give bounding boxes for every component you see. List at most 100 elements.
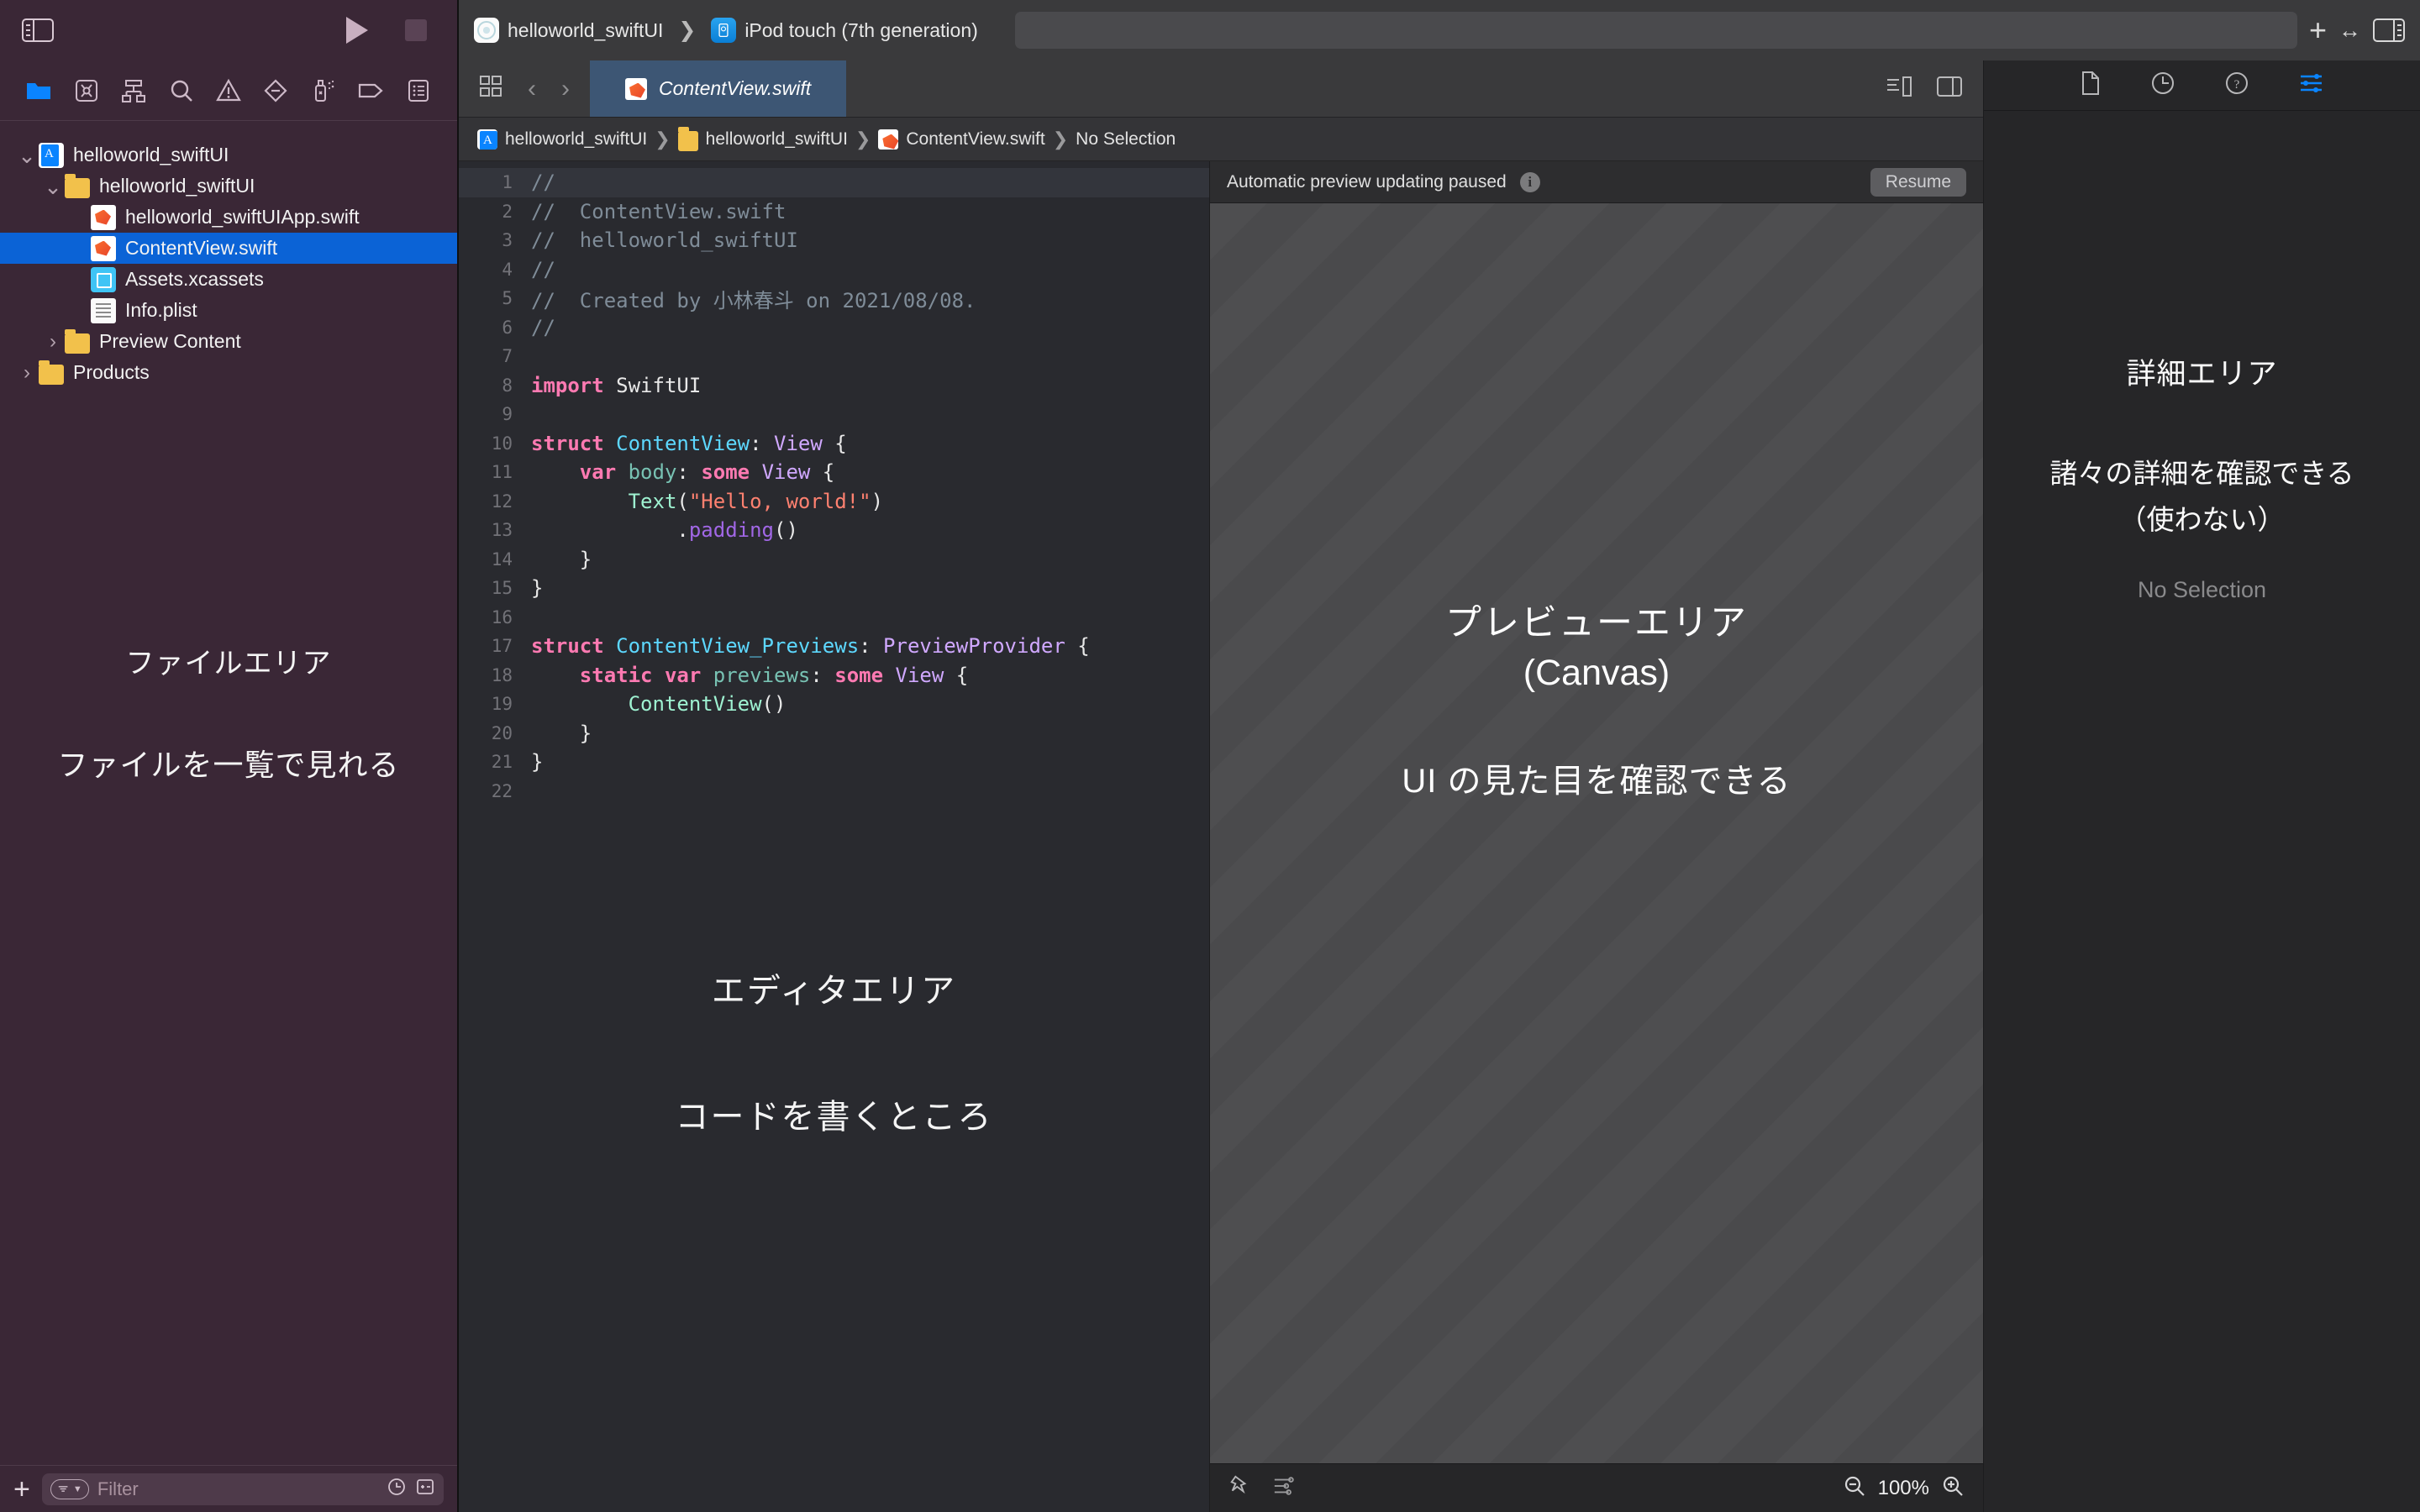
quick-help-icon[interactable]: ? xyxy=(2224,71,2249,100)
breadcrumb-item[interactable]: helloworld_swiftUI xyxy=(477,129,647,150)
editor-column: ‹ › ContentView.swift A helloworld_swift… xyxy=(459,60,1983,1512)
code-line[interactable]: 14 } xyxy=(459,545,1209,575)
clock-icon[interactable] xyxy=(387,1477,407,1501)
breadcrumb-item[interactable]: ContentView.swift xyxy=(878,129,1045,150)
line-number: 6 xyxy=(502,317,513,338)
info-icon[interactable]: i xyxy=(1519,171,1540,192)
scheme-selector[interactable]: helloworld_swiftUI xyxy=(474,18,663,43)
debug-spray-icon[interactable] xyxy=(309,76,338,105)
warning-triangle-icon[interactable] xyxy=(214,76,243,105)
code-line[interactable]: 22 xyxy=(459,777,1209,806)
chevron-down-icon[interactable]: ⌄ xyxy=(41,176,65,197)
chevron-right-icon[interactable]: › xyxy=(41,331,65,352)
line-number: 7 xyxy=(502,346,513,367)
code-line[interactable]: 15} xyxy=(459,574,1209,603)
sidebar-item-folder-icon[interactable] xyxy=(24,76,53,105)
pin-icon[interactable] xyxy=(1228,1474,1250,1502)
tree-item[interactable]: ⌄ helloworld_swiftUI xyxy=(0,171,457,202)
tree-item[interactable]: ⌄ helloworld_swiftUI xyxy=(0,139,457,171)
code-line-text: // xyxy=(531,257,555,281)
preview-status-bar: Automatic preview updating paused i Resu… xyxy=(1210,161,1983,203)
symbol-hierarchy-icon[interactable] xyxy=(119,76,148,105)
minimap-icon[interactable] xyxy=(1886,76,1912,102)
line-number: 10 xyxy=(491,433,513,454)
add-editor-button[interactable]: + xyxy=(2309,15,2327,45)
code-line[interactable]: 21} xyxy=(459,748,1209,777)
code-line[interactable]: 9 xyxy=(459,400,1209,429)
preview-canvas[interactable]: プレビューエリア (Canvas) UI の見た目を確認できる xyxy=(1210,203,1983,1463)
code-line[interactable]: 18 static var previews: some View { xyxy=(459,661,1209,690)
run-button[interactable] xyxy=(346,17,368,44)
code-line[interactable]: 6 // xyxy=(459,313,1209,343)
search-icon[interactable] xyxy=(167,76,196,105)
tree-item[interactable]: ContentView.swift xyxy=(0,233,457,264)
tree-item[interactable]: helloworld_swiftUIApp.swift xyxy=(0,202,457,233)
report-list-icon[interactable] xyxy=(404,76,433,105)
tree-item[interactable]: › Products xyxy=(0,357,457,388)
chevron-right-icon[interactable]: › xyxy=(15,362,39,383)
navigate-history-button[interactable]: ↔ xyxy=(2338,18,2361,44)
project-icon xyxy=(39,142,64,168)
code-line-text: struct ContentView: View { xyxy=(531,431,847,455)
tree-item[interactable]: Assets.xcassets xyxy=(0,264,457,295)
chevron-down-icon[interactable]: ⌄ xyxy=(15,144,39,166)
code-line[interactable]: 11 var body: some View { xyxy=(459,458,1209,487)
project-file-tree[interactable]: ⌄ helloworld_swiftUI ⌄ helloworld_swiftUIhe… xyxy=(0,121,457,1465)
code-line[interactable]: 5 // Created by 小林春斗 on 2021/08/08. xyxy=(459,284,1209,313)
code-line[interactable]: 4 // xyxy=(459,255,1209,285)
source-control-icon[interactable] xyxy=(72,76,101,105)
zoom-in-icon[interactable] xyxy=(1941,1474,1965,1502)
split-editor-icon[interactable] xyxy=(1936,76,1963,102)
code-line-list: 1 // 2 // ContentView.swift 3 // helloworld_s… xyxy=(459,161,1209,806)
scheme-device-label: iPod touch (7th generation) xyxy=(744,18,978,41)
folder-icon xyxy=(39,360,64,385)
breakpoint-tag-icon[interactable] xyxy=(356,76,385,105)
code-line[interactable]: 17 struct ContentView_Previews: PreviewPr… xyxy=(459,632,1209,661)
tab-contentview-swift[interactable]: ContentView.swift xyxy=(590,60,847,117)
editor-split-view: 1 // 2 // ContentView.swift 3 // helloworld_s… xyxy=(459,161,1983,1512)
code-line[interactable]: 16 xyxy=(459,603,1209,633)
add-file-button[interactable]: + xyxy=(13,1475,30,1504)
test-diamond-icon[interactable] xyxy=(261,76,290,105)
navigator-filter-bar: + ▼ Filter xyxy=(0,1465,457,1512)
code-line[interactable]: 12 Text("Hello, world!") xyxy=(459,487,1209,517)
source-control-filter-icon[interactable] xyxy=(415,1477,435,1501)
file-inspector-icon[interactable] xyxy=(2080,71,2102,100)
code-line[interactable]: 10 struct ContentView: View { xyxy=(459,429,1209,459)
line-number: 5 xyxy=(502,288,513,309)
tree-item[interactable]: › Preview Content xyxy=(0,326,457,357)
resume-button[interactable]: Resume xyxy=(1870,167,1966,197)
history-inspector-icon[interactable] xyxy=(2150,71,2175,100)
code-line[interactable]: 13 .padding() xyxy=(459,516,1209,545)
code-line[interactable]: 7 xyxy=(459,342,1209,371)
source-code-editor[interactable]: 1 // 2 // ContentView.swift 3 // helloworld_s… xyxy=(459,161,1210,1512)
code-line[interactable]: 19 ContentView() xyxy=(459,690,1209,719)
preview-settings-icon[interactable] xyxy=(1272,1475,1296,1501)
code-line[interactable]: 8 import SwiftUI xyxy=(459,371,1209,401)
zoom-out-icon[interactable] xyxy=(1843,1474,1866,1502)
filter-options-icon[interactable]: ▼ xyxy=(50,1478,89,1499)
tree-item[interactable]: Info.plist xyxy=(0,295,457,326)
code-line[interactable]: 1 // xyxy=(459,168,1209,197)
swift-file-icon xyxy=(91,204,116,230)
activity-status-field[interactable] xyxy=(1014,12,2297,49)
filter-input[interactable]: ▼ Filter xyxy=(41,1473,444,1505)
stop-button[interactable] xyxy=(405,19,427,41)
attributes-inspector-icon[interactable] xyxy=(2298,71,2325,99)
breadcrumb-item[interactable]: helloworld_swiftUI xyxy=(677,126,848,151)
left-panel-toggle[interactable] xyxy=(22,18,54,43)
breadcrumb[interactable]: helloworld_swiftUI ❯ helloworld_swiftUI ❯ Co… xyxy=(459,118,1983,161)
editor-layout-icon[interactable] xyxy=(479,75,502,102)
breadcrumb-item[interactable]: No Selection xyxy=(1076,129,1176,150)
code-line-text: // helloworld_swiftUI xyxy=(531,228,798,253)
editor-forward-button[interactable]: › xyxy=(561,75,570,103)
device-selector[interactable]: iPod touch (7th generation) xyxy=(711,18,978,43)
preview-canvas-panel: Automatic preview updating paused i Resu… xyxy=(1210,161,1983,1512)
breadcrumb-label: No Selection xyxy=(1076,129,1176,149)
code-line[interactable]: 3 // helloworld_swiftUI xyxy=(459,226,1209,255)
code-line[interactable]: 2 // ContentView.swift xyxy=(459,197,1209,227)
right-panel-toggle[interactable] xyxy=(2373,18,2405,43)
editor-back-button[interactable]: ‹ xyxy=(528,75,536,103)
code-line[interactable]: 20 } xyxy=(459,719,1209,748)
line-number: 12 xyxy=(491,491,513,512)
